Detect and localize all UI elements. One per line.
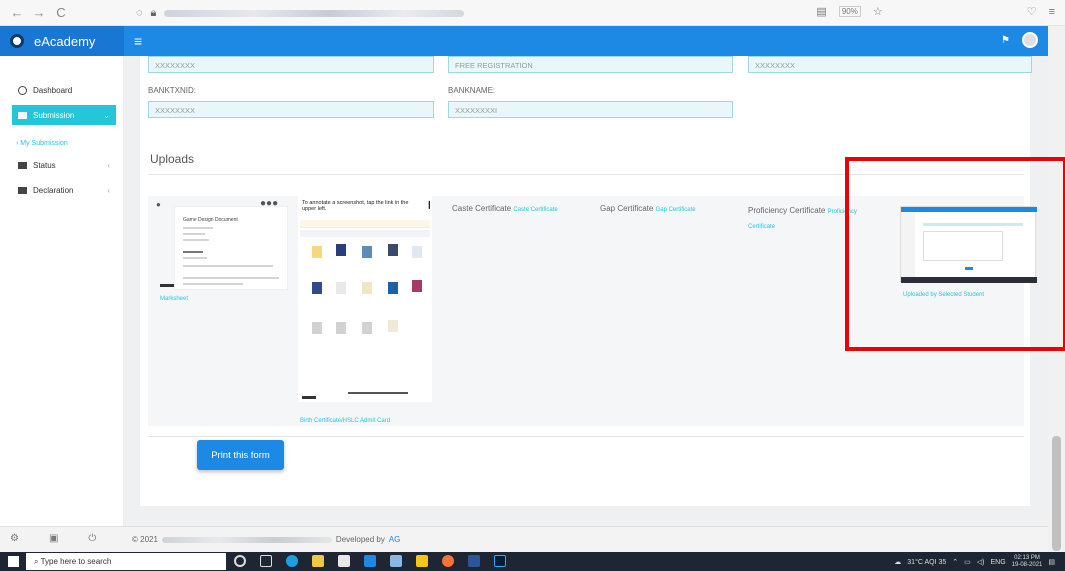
sidebar-item-label: Submission: [33, 110, 75, 120]
weather-text[interactable]: 31°C AQI 35: [907, 559, 946, 566]
marksheet-thumbnail[interactable]: Game Design Document: [174, 206, 288, 290]
doc-title: Game Design Document: [183, 217, 238, 223]
red-highlight-box: [845, 157, 1065, 351]
windows-start-icon[interactable]: [8, 556, 19, 567]
sidebar-item-label: › My Submission: [16, 139, 68, 147]
sidebar-item-my-submission[interactable]: › My Submission: [0, 133, 124, 153]
forward-icon[interactable]: →: [28, 5, 50, 20]
sidebar-item-label: Dashboard: [33, 85, 73, 95]
sidebar-item-dashboard[interactable]: Dashboard: [0, 80, 124, 100]
weather-icon: ☁: [894, 559, 902, 566]
clock[interactable]: 02:13 PM 19-08-2021: [1012, 555, 1043, 569]
bankname-label: BANKNAME:: [448, 86, 496, 95]
chevron-up-icon[interactable]: ⌃: [952, 558, 958, 566]
sidebar-item-label: Declaration: [33, 185, 74, 195]
copyright-text: © 2021: [132, 535, 158, 544]
settings-icon[interactable]: ⚙: [10, 533, 19, 544]
footer-blurred-text: [161, 536, 332, 543]
windows-taskbar: ⌕ Type here to search ☁ 31°C AQI 35 ⌃ ▭ …: [0, 552, 1065, 571]
caste-certificate-label: Caste Certificate: [452, 204, 512, 213]
dashboard-icon: [18, 85, 27, 95]
banktxnid-label: BANKTXNID:: [148, 86, 197, 95]
user-avatar[interactable]: [1022, 32, 1038, 48]
search-placeholder: Type here to search: [40, 557, 112, 566]
notification-flag-icon[interactable]: ⚑: [1001, 35, 1010, 46]
submission-icon: [18, 111, 27, 119]
brand-logo-icon: [10, 34, 24, 48]
file-explorer-icon[interactable]: [312, 555, 324, 567]
field-top-3[interactable]: XXXXXXXX: [748, 56, 1032, 73]
sidebar-item-submission[interactable]: Submission ⌄: [12, 105, 116, 125]
chevron-left-icon: ‹: [107, 160, 110, 170]
mail-icon[interactable]: [364, 555, 376, 567]
print-form-button[interactable]: Print this form: [197, 440, 284, 470]
sidebar-item-status[interactable]: Status ‹: [0, 155, 124, 175]
gap-certificate-link[interactable]: Gap Certificate: [656, 207, 696, 213]
system-tray: ☁ 31°C AQI 35 ⌃ ▭ ◁) ENG 02:13 PM 19-08-…: [894, 555, 1055, 569]
zoom-level[interactable]: 90%: [838, 6, 861, 17]
divider: [148, 436, 1024, 437]
declaration-icon: [18, 186, 27, 194]
chevron-left-icon: ‹: [107, 185, 110, 195]
scrollbar-thumb[interactable]: [1052, 436, 1061, 551]
power-icon[interactable]: ⏻: [88, 533, 96, 544]
bankname-field[interactable]: XXXXXXXXI: [448, 101, 733, 118]
developed-by-text: Developed by: [335, 535, 385, 544]
back-icon[interactable]: ←: [6, 5, 28, 20]
developer-link[interactable]: AG: [389, 535, 401, 544]
menu-icon[interactable]: ≡: [1049, 6, 1055, 18]
status-icon: [18, 161, 27, 169]
record-icon: ●: [156, 200, 161, 209]
photoshop-icon[interactable]: [494, 555, 506, 567]
reader-icon[interactable]: ▤: [816, 5, 826, 18]
proficiency-certificate-link-cont[interactable]: Certificate: [748, 224, 775, 230]
gap-certificate-item: Gap Certificate Gap Certificate: [600, 204, 696, 213]
banktxnid-field[interactable]: XXXXXXXX: [148, 101, 434, 118]
cortana-icon[interactable]: [234, 555, 246, 567]
bookmark-star-icon[interactable]: ☆: [873, 5, 883, 18]
sidebar: Dashboard Submission ⌄ › My Submission S…: [0, 56, 124, 526]
taskbar-search-input[interactable]: ⌕ Type here to search: [26, 553, 226, 570]
sidebar-item-label: Status: [33, 160, 56, 170]
network-icon[interactable]: ▭: [964, 558, 971, 566]
edge-icon[interactable]: [286, 555, 298, 567]
footer-text: © 2021 Developed by AG: [132, 535, 400, 544]
screen-icon[interactable]: ▣: [49, 533, 58, 544]
task-view-icon[interactable]: [260, 555, 272, 567]
app-icon[interactable]: [390, 555, 402, 567]
gap-certificate-label: Gap Certificate: [600, 204, 654, 213]
caste-certificate-link[interactable]: Caste Certificate: [513, 207, 557, 213]
app-icon[interactable]: [416, 555, 428, 567]
word-icon[interactable]: [468, 555, 480, 567]
birth-certificate-link[interactable]: Birth Certificate/HSLC Admit Card: [300, 418, 390, 424]
chevron-down-icon: ⌄: [103, 110, 110, 120]
brand[interactable]: eAcademy: [0, 26, 124, 56]
marksheet-link[interactable]: Marksheet: [160, 296, 188, 302]
uploads-heading: Uploads: [150, 152, 195, 166]
notification-icon[interactable]: ▤: [1048, 558, 1055, 566]
app-header: eAcademy ≡ ⚑: [0, 26, 1048, 56]
reload-icon[interactable]: C: [50, 5, 72, 20]
lock-icon: 🔒︎: [150, 6, 157, 19]
caste-certificate-item: Caste Certificate Caste Certificate: [452, 204, 558, 213]
shield-icon: ◌: [136, 7, 143, 19]
field-top-1[interactable]: XXXXXXXX: [148, 56, 434, 73]
pocket-icon[interactable]: ♡: [1027, 5, 1037, 18]
language-indicator[interactable]: ENG: [991, 559, 1006, 566]
volume-icon[interactable]: ◁): [977, 558, 985, 566]
url-text-blurred: [164, 9, 465, 17]
sidebar-item-declaration[interactable]: Declaration ‹: [0, 180, 124, 200]
firefox-icon[interactable]: [442, 555, 454, 567]
address-bar[interactable]: ◌ 🔒︎: [136, 4, 896, 22]
birth-certificate-thumbnail[interactable]: To annotate a screenshot, tap the link i…: [298, 196, 433, 402]
field-top-2[interactable]: FREE REGISTRATION: [448, 56, 733, 73]
store-icon[interactable]: [338, 555, 350, 567]
app-name: eAcademy: [34, 33, 96, 49]
app-footer: ⚙ ▣ ⏻ © 2021 Developed by AG: [0, 526, 1048, 552]
phone-hint-text: To annotate a screenshot, tap the link i…: [302, 200, 409, 212]
proficiency-certificate-label: Proficiency Certificate: [748, 206, 826, 215]
hamburger-menu-icon[interactable]: ≡: [134, 33, 142, 49]
browser-toolbar: ← → C ◌ 🔒︎ ▤ 90% ☆ ♡ ≡: [0, 0, 1065, 26]
